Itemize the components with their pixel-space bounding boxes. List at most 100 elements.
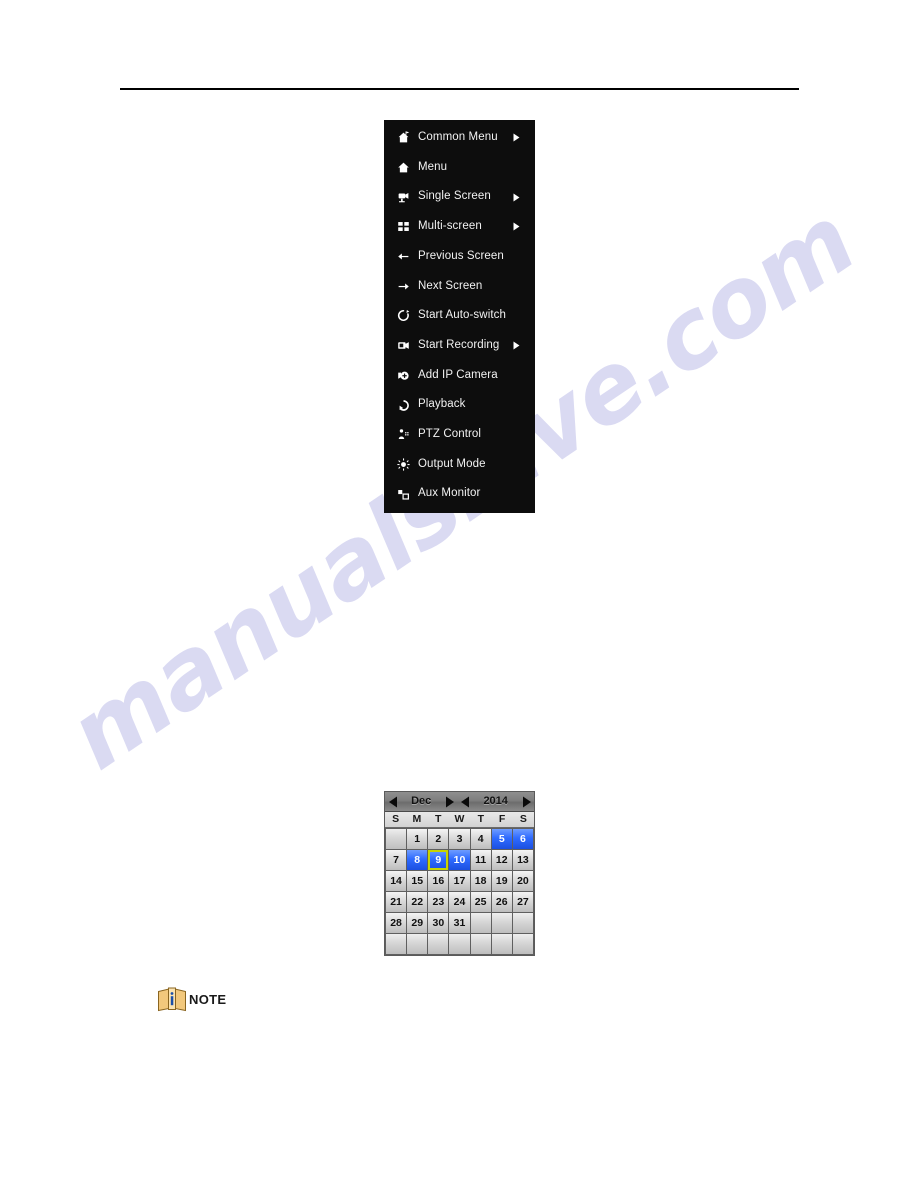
calendar-day-cell[interactable]: 27 [512, 892, 533, 912]
calendar-day-cell[interactable]: 22 [407, 892, 428, 912]
menu-item-start-recording[interactable]: Start Recording [384, 331, 535, 361]
menu-item-label: Previous Screen [418, 249, 504, 262]
calendar-day-cell[interactable]: 23 [428, 892, 449, 912]
menu-item-label: Output Mode [418, 457, 486, 470]
prev-month-button[interactable] [385, 792, 401, 811]
menu-item-label: Common Menu [418, 131, 498, 144]
calendar-day-cell[interactable]: 6 [512, 829, 533, 849]
prev-year-button[interactable] [457, 792, 473, 811]
calendar-empty-cell [470, 934, 491, 954]
calendar-day-cell[interactable]: 24 [449, 892, 470, 912]
menu-item-label: Single Screen [418, 190, 491, 203]
home-flag-icon [394, 130, 412, 146]
calendar-day-of-week-row: SMTWTFS [385, 812, 534, 828]
calendar-dow-6: S [519, 813, 527, 825]
calendar-day-grid[interactable]: 1 2 3 4 5 6 7 8 9 10 11 12 13 14 15 16 17 18 19 20 21 22 23 24 2… [385, 828, 534, 955]
next-month-button[interactable] [441, 792, 457, 811]
calendar-day-cell[interactable]: 1 [407, 829, 428, 849]
calendar-day-cell[interactable]: 21 [386, 892, 407, 912]
calendar-empty-cell [386, 829, 407, 849]
home-icon [394, 160, 412, 176]
calendar-day-cell[interactable]: 9 [428, 850, 449, 870]
calendar-day-cell[interactable]: 12 [491, 850, 512, 870]
calendar-dow-2: T [434, 813, 442, 825]
menu-item-start-auto-switch[interactable]: Start Auto-switch [384, 301, 535, 331]
menu-item-next-screen[interactable]: Next Screen [384, 271, 535, 301]
menu-item-label: Aux Monitor [418, 487, 481, 500]
calendar-empty-cell [512, 913, 533, 933]
calendar-day-cell[interactable]: 19 [491, 871, 512, 891]
calendar-day-cell[interactable]: 13 [512, 850, 533, 870]
calendar-day-cell[interactable]: 15 [407, 871, 428, 891]
menu-item-aux-monitor[interactable]: Aux Monitor [384, 479, 535, 509]
calendar-day-cell[interactable]: 14 [386, 871, 407, 891]
calendar-day-cell[interactable]: 8 [407, 850, 428, 870]
calendar-empty-cell [470, 913, 491, 933]
menu-item-single-screen[interactable]: Single Screen [384, 182, 535, 212]
calendar-day-cell[interactable]: 29 [407, 913, 428, 933]
menu-item-previous-screen[interactable]: Previous Screen [384, 242, 535, 272]
brightness-sun-icon [394, 456, 412, 472]
calendar-empty-cell [512, 934, 533, 954]
calendar-empty-cell [386, 934, 407, 954]
menu-item-label: Start Recording [418, 338, 500, 351]
date-picker-calendar[interactable]: Dec 2014 SMTWTFS 1 2 3 4 5 6 7 8 9 10 11 12 13 14 15 16… [384, 791, 535, 956]
right-click-context-menu[interactable]: Common Menu Menu Single Screen Multi-screen… [384, 120, 535, 513]
menu-item-common-menu[interactable]: Common Menu [384, 123, 535, 153]
calendar-empty-cell [491, 913, 512, 933]
calendar-day-cell[interactable]: 7 [386, 850, 407, 870]
calendar-empty-cell [428, 934, 449, 954]
submenu-chevron-right-icon [513, 222, 529, 231]
submenu-chevron-right-icon [513, 133, 529, 142]
camcorder-icon [394, 338, 412, 354]
menu-item-label: Playback [418, 398, 466, 411]
ptz-joystick-icon [394, 427, 412, 443]
calendar-day-cell[interactable]: 25 [470, 892, 491, 912]
calendar-dow-4: T [477, 813, 484, 825]
submenu-chevron-right-icon [513, 193, 529, 202]
calendar-header: Dec 2014 [385, 792, 534, 812]
next-year-button[interactable] [518, 792, 534, 811]
header-divider-rule [120, 88, 799, 90]
multi-screen-icon [394, 219, 412, 235]
calendar-day-cell[interactable]: 26 [491, 892, 512, 912]
calendar-day-cell[interactable]: 30 [428, 913, 449, 933]
menu-item-menu[interactable]: Menu [384, 153, 535, 183]
calendar-day-cell[interactable]: 4 [470, 829, 491, 849]
calendar-dow-0: S [392, 813, 400, 825]
note-callout: NOTE [157, 986, 226, 1012]
menu-item-playback[interactable]: Playback [384, 390, 535, 420]
calendar-day-cell[interactable]: 31 [449, 913, 470, 933]
menu-item-output-mode[interactable]: Output Mode [384, 450, 535, 480]
menu-item-multi-screen[interactable]: Multi-screen [384, 212, 535, 242]
note-book-info-icon [157, 986, 187, 1012]
menu-item-ptz-control[interactable]: PTZ Control [384, 420, 535, 450]
note-label: NOTE [189, 991, 227, 1007]
aux-monitor-icon [394, 486, 412, 502]
menu-item-label: Multi-screen [418, 220, 482, 233]
camera-plus-icon [394, 367, 412, 383]
calendar-day-cell[interactable]: 10 [449, 850, 470, 870]
menu-item-label: PTZ Control [418, 427, 482, 440]
arrow-left-icon [394, 249, 412, 265]
menu-item-add-ip-camera[interactable]: Add IP Camera [384, 361, 535, 391]
menu-item-label: Add IP Camera [418, 368, 498, 381]
calendar-day-cell[interactable]: 20 [512, 871, 533, 891]
calendar-day-cell[interactable]: 3 [449, 829, 470, 849]
calendar-day-cell[interactable]: 11 [470, 850, 491, 870]
calendar-empty-cell [407, 934, 428, 954]
menu-item-label: Menu [418, 160, 448, 173]
refresh-cycle-icon [394, 308, 412, 324]
calendar-day-cell[interactable]: 5 [491, 829, 512, 849]
arrow-right-icon [394, 278, 412, 294]
calendar-day-cell[interactable]: 16 [428, 871, 449, 891]
single-screen-icon [394, 189, 412, 205]
calendar-day-cell[interactable]: 17 [449, 871, 470, 891]
calendar-year-label: 2014 [483, 795, 508, 807]
calendar-day-cell[interactable]: 2 [428, 829, 449, 849]
calendar-day-cell[interactable]: 18 [470, 871, 491, 891]
calendar-day-cell[interactable]: 28 [386, 913, 407, 933]
submenu-chevron-right-icon [513, 341, 529, 350]
calendar-dow-3: W [454, 813, 465, 825]
calendar-dow-1: M [412, 813, 422, 825]
